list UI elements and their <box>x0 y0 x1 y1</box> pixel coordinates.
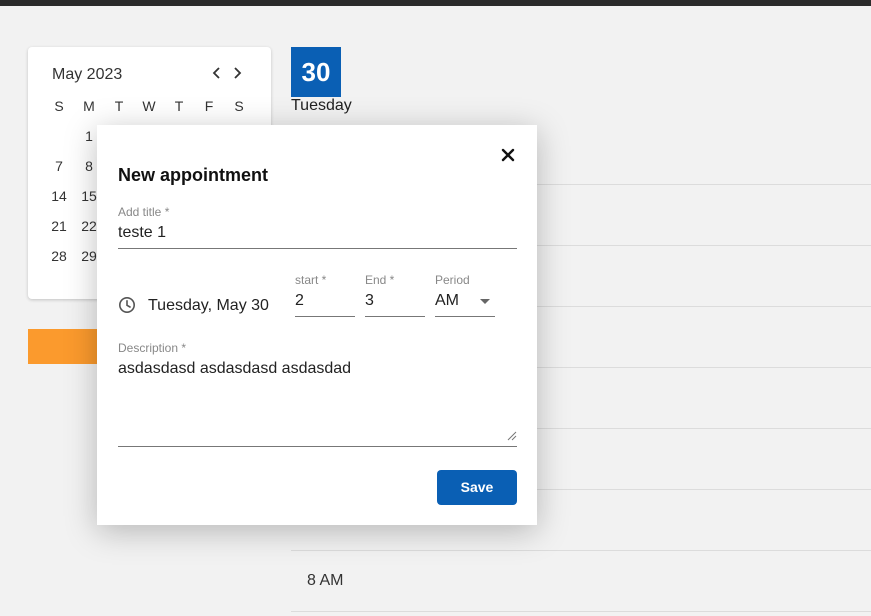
calendar-day[interactable]: 1 <box>79 128 99 144</box>
start-input-underline <box>295 316 355 317</box>
end-input-underline <box>365 316 425 317</box>
calendar-day[interactable]: 7 <box>49 158 69 174</box>
period-field-label: Period <box>435 273 470 287</box>
weekday-header: W <box>142 98 156 114</box>
selected-date-number: 30 <box>291 47 341 97</box>
period-select[interactable]: AM <box>435 292 459 310</box>
title-input[interactable]: teste 1 <box>118 224 166 242</box>
description-textarea[interactable]: asdasdasd asdasdasd asdasdad <box>118 360 517 378</box>
period-select-underline <box>435 316 495 317</box>
previous-month-button[interactable] <box>209 64 225 79</box>
resize-handle-icon[interactable] <box>507 431 517 441</box>
weekday-header: T <box>174 98 184 114</box>
end-field-label: End * <box>365 273 395 287</box>
weekday-header: T <box>114 98 124 114</box>
hour-divider <box>291 550 871 551</box>
calendar-day[interactable]: 15 <box>79 188 99 204</box>
calendar-day[interactable]: 8 <box>79 158 99 174</box>
save-button[interactable]: Save <box>437 470 517 505</box>
calendar-day[interactable]: 29 <box>79 248 99 264</box>
weekday-header: S <box>234 98 244 114</box>
top-bar <box>0 0 871 6</box>
close-icon[interactable] <box>499 146 517 164</box>
calendar-day[interactable]: 14 <box>49 188 69 204</box>
chevron-right-icon <box>234 67 242 79</box>
selected-weekday: Tuesday <box>291 97 352 114</box>
calendar-day[interactable]: 22 <box>79 218 99 234</box>
weekday-header: F <box>204 98 214 114</box>
start-field-label: start * <box>295 273 327 287</box>
calendar-day[interactable]: 21 <box>49 218 69 234</box>
next-month-button[interactable] <box>229 64 245 79</box>
description-underline <box>118 446 517 447</box>
weekday-header: M <box>83 98 95 114</box>
description-field-label: Description * <box>118 341 187 355</box>
time-label: 8 AM <box>307 572 344 589</box>
chevron-left-icon <box>212 67 220 79</box>
caret-down-icon[interactable] <box>480 299 490 304</box>
mini-calendar-month-label: May 2023 <box>52 66 123 83</box>
title-field-label: Add title * <box>118 205 170 219</box>
end-input[interactable]: 3 <box>365 292 374 310</box>
clock-icon <box>119 297 135 313</box>
hour-divider <box>291 611 871 612</box>
start-input[interactable]: 2 <box>295 292 304 310</box>
title-input-underline <box>118 248 517 249</box>
new-appointment-dialog: New appointment Add title * teste 1 Tues… <box>97 125 537 525</box>
weekday-header: S <box>54 98 64 114</box>
appointment-date: Tuesday, May 30 <box>148 297 269 314</box>
dialog-title: New appointment <box>118 165 269 185</box>
calendar-day[interactable]: 28 <box>49 248 69 264</box>
